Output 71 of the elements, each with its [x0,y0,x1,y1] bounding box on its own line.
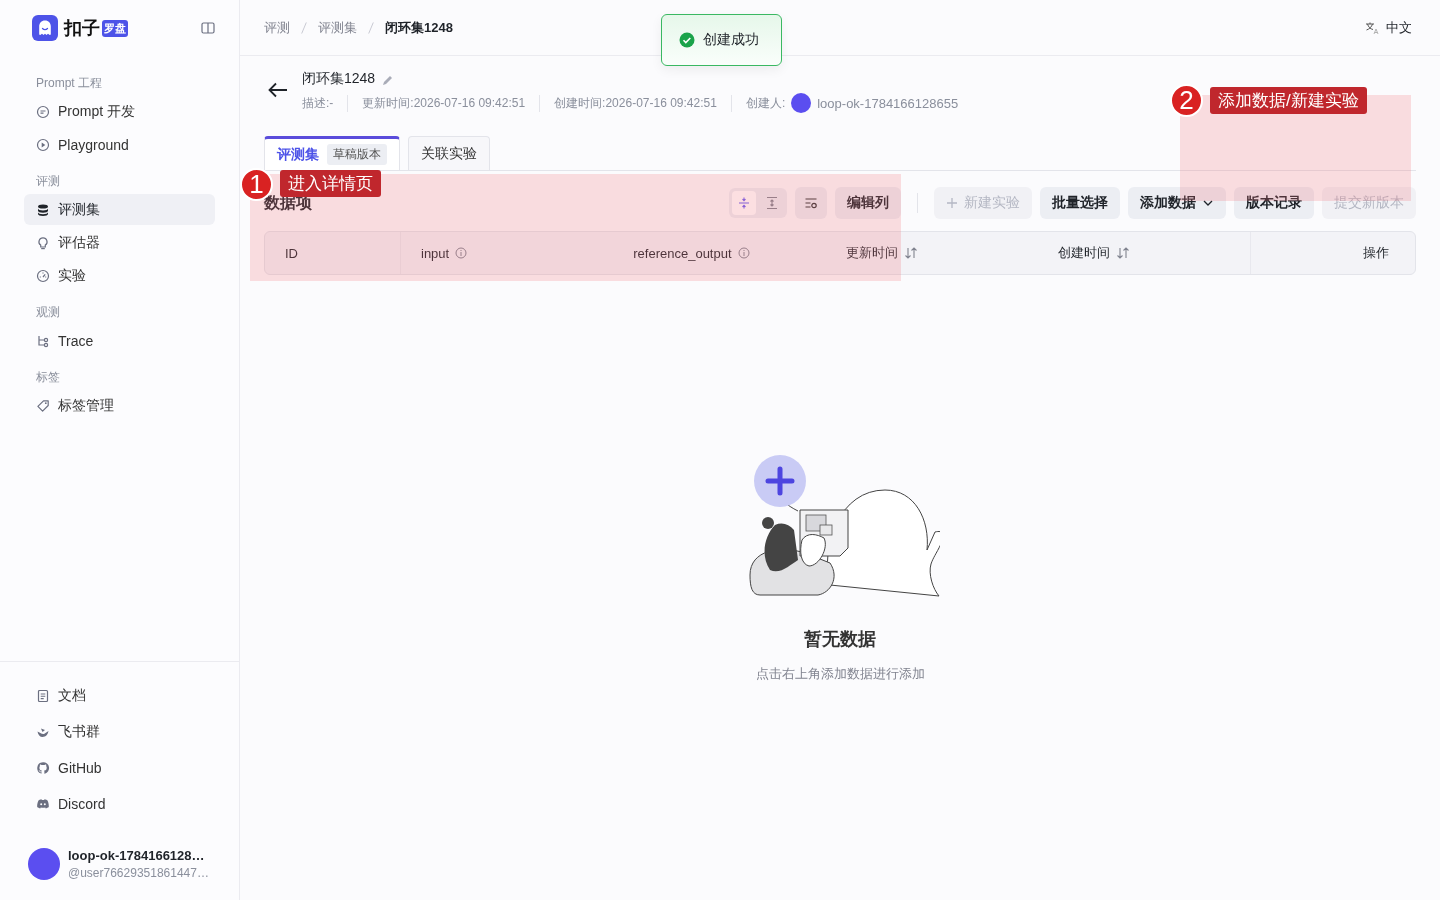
tag-icon [36,398,50,413]
brand-badge: 罗盘 [102,19,128,37]
breadcrumb-item: 闭环集1248 [385,18,453,37]
column-header[interactable]: 操作 [1250,232,1415,274]
toolbar-button[interactable]: 版本记录 [1234,187,1314,219]
breadcrumb-item[interactable]: 评测集 [318,18,357,37]
gauge-icon [36,268,50,283]
dataset-name: 闭环集1248 [302,70,376,88]
translate-icon [1364,20,1380,35]
sidebar-link[interactable]: Discord [24,786,215,822]
branch-icon [36,333,50,348]
toolbar-button[interactable]: 批量选择 [1040,187,1120,219]
nav-group-title: 观测 [35,304,61,321]
user-avatar[interactable] [28,848,60,880]
tab[interactable]: 评测集 草稿版本 [264,136,400,170]
toolbar-button[interactable]: 添加数据 [1128,187,1226,219]
sidebar-item[interactable]: 评估器 [24,227,215,258]
sidebar-item[interactable]: Trace [24,325,215,356]
separator-icon [365,20,377,35]
creator-name: loop-ok-1784166128655 [817,95,959,111]
column-header[interactable]: 更新时间 [825,232,1038,274]
breadcrumb-item[interactable]: 评测 [264,18,290,37]
column-header[interactable]: reference_output [613,232,826,274]
sidebar-item[interactable]: Prompt 开发 [24,96,215,127]
column-header[interactable]: input [401,232,614,274]
toolbar-button[interactable]: 编辑列 [835,187,901,219]
meta-text: 更新时间:2026-07-16 09:42:51 [348,94,541,112]
meta-text: 创建时间:2026-07-16 09:42:51 [540,94,732,112]
document-icon [36,689,50,703]
language-selector[interactable]: 中文 [1364,18,1412,37]
sort-icon[interactable] [903,247,918,259]
tab[interactable]: 关联实验 [408,136,490,170]
empty-hint: 点击右上角添加数据进行添加 [755,665,925,683]
database-icon [36,202,50,217]
success-toast: 创建成功 [661,14,782,66]
sidebar-link[interactable]: 飞书群 [24,714,215,750]
column-settings-icon[interactable] [795,187,827,219]
sidebar-item[interactable]: 评测集 [24,194,215,225]
nav-group-title: 评测 [35,173,61,190]
sidebar-item[interactable]: 标签管理 [24,390,215,421]
chat-bubble-icon [36,104,50,119]
play-circle-icon [36,137,50,152]
sidebar-item[interactable]: 实验 [24,260,215,291]
success-check-icon [679,32,695,48]
nav-group-title: Prompt 工程 [35,75,103,92]
separator-icon [298,20,310,35]
plus-icon [946,197,958,209]
creator-avatar [791,93,812,113]
back-arrow-icon[interactable] [268,80,288,100]
sort-icon[interactable] [1115,247,1130,259]
lightbulb-icon [36,235,50,250]
meta-text: 描述:- [302,94,349,112]
discord-icon [36,797,50,811]
user-name: loop-ok-1784166128… [68,848,206,863]
annotation-label: 进入详情页 [280,170,381,197]
version-badge: 草稿版本 [327,144,387,165]
sidebar-toggle-icon[interactable] [201,21,215,35]
creator-label: 创建人: [745,94,786,112]
sidebar-link[interactable]: 文档 [24,678,215,714]
column-header[interactable]: 创建时间 [1037,232,1250,274]
sidebar-item[interactable]: Playground [24,129,215,160]
logo-icon [32,15,58,41]
nav-group-title: 标签 [35,369,61,386]
github-icon [36,761,50,775]
sidebar-link[interactable]: GitHub [24,750,215,786]
collapse-rows-icon[interactable] [732,191,756,215]
annotation-label: 添加数据/新建实验 [1210,87,1367,114]
brand-name: 扣子 [64,17,100,40]
column-header[interactable]: ID [265,232,401,274]
user-handle: @user76629351861447… [68,866,209,880]
empty-title: 暂无数据 [804,628,876,651]
